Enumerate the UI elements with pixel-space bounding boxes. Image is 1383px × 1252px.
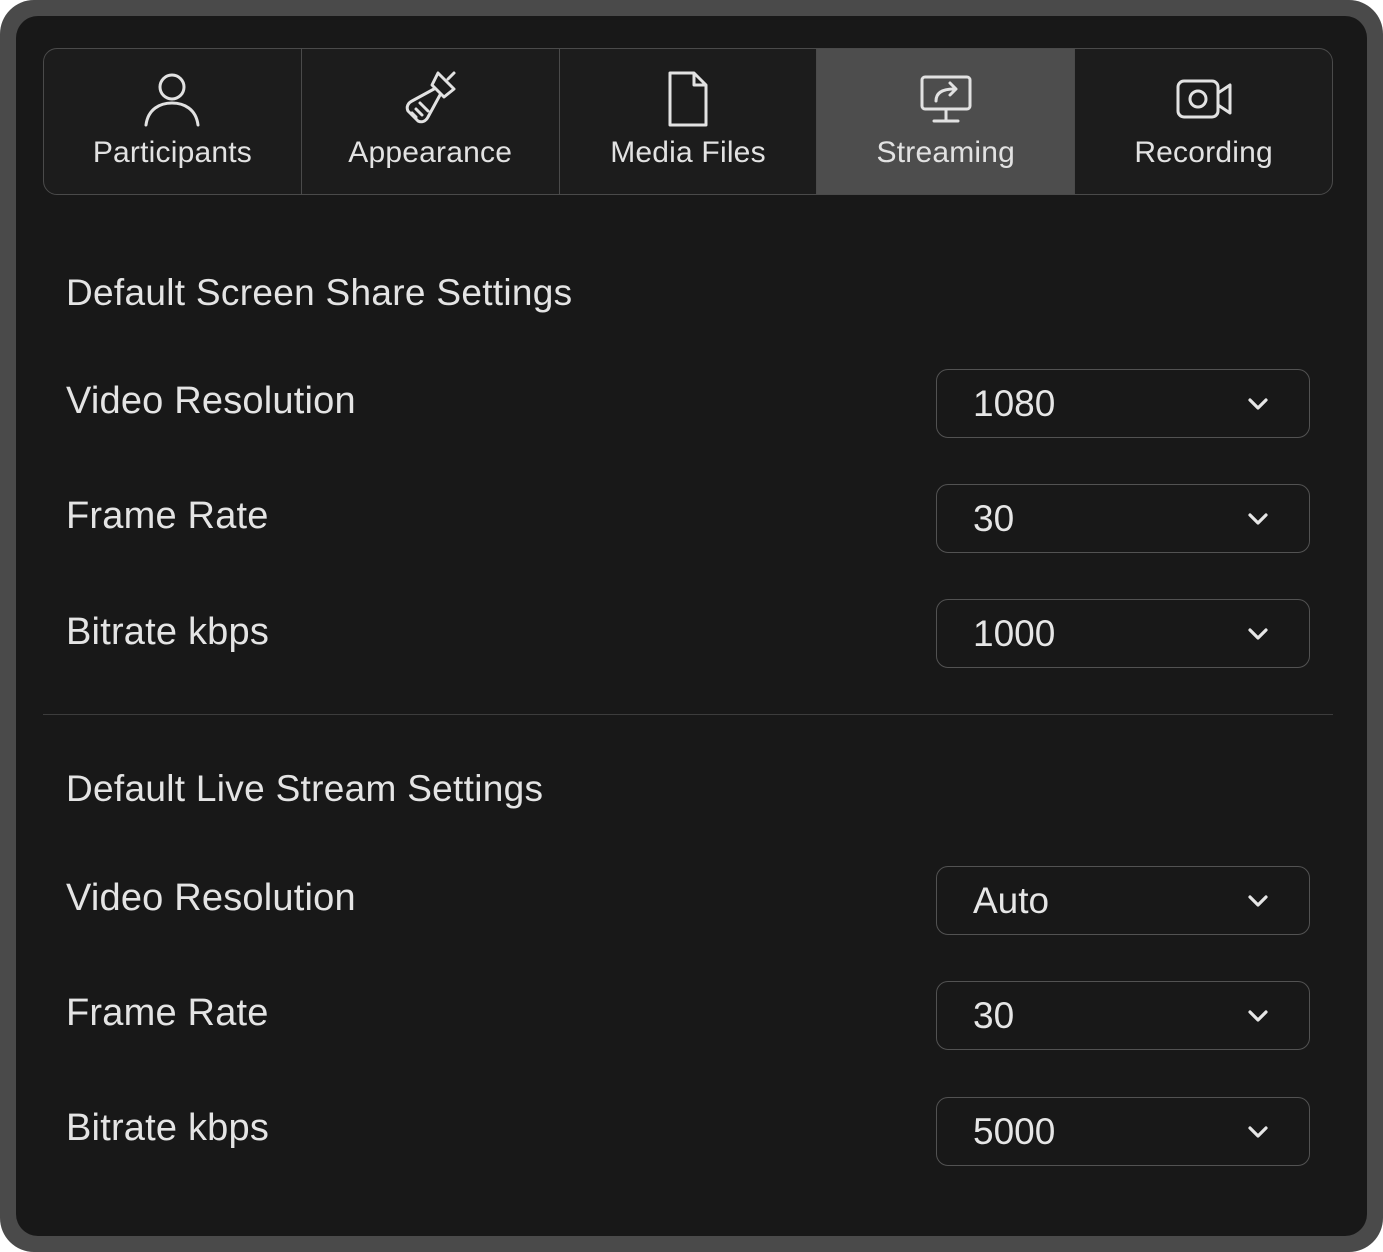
screen-share-frame-rate-select[interactable]: 30 [936, 484, 1310, 553]
select-value: 5000 [973, 1110, 1056, 1152]
screen-share-video-resolution-select[interactable]: 1080 [936, 369, 1310, 438]
chevron-down-icon [1248, 1009, 1268, 1022]
screen-share-icon [914, 67, 978, 131]
chevron-down-icon [1248, 627, 1268, 640]
live-stream-video-resolution-label: Video Resolution [66, 877, 356, 919]
tab-streaming-label: Streaming [876, 136, 1016, 169]
tab-appearance[interactable]: Appearance [302, 49, 560, 194]
tab-media-files-label: Media Files [610, 136, 766, 169]
select-value: 1080 [973, 382, 1056, 424]
live-stream-frame-rate-select[interactable]: 30 [936, 981, 1310, 1050]
tab-streaming[interactable]: Streaming [817, 49, 1076, 194]
select-value: 30 [973, 497, 1015, 539]
select-value: 30 [973, 994, 1015, 1036]
tab-appearance-label: Appearance [348, 136, 513, 169]
screen-share-bitrate-select[interactable]: 1000 [936, 599, 1310, 668]
screen-share-section-title: Default Screen Share Settings [66, 272, 573, 313]
live-stream-bitrate-label: Bitrate kbps [66, 1107, 270, 1149]
live-stream-section-title: Default Live Stream Settings [66, 768, 544, 809]
brush-icon [398, 67, 462, 131]
screen-share-frame-rate-label: Frame Rate [66, 495, 269, 537]
tab-participants-label: Participants [92, 136, 252, 169]
section-divider [43, 714, 1333, 715]
live-stream-video-resolution-select[interactable]: Auto [936, 866, 1310, 935]
screen-share-bitrate-label: Bitrate kbps [66, 611, 270, 653]
tab-media-files[interactable]: Media Files [560, 49, 818, 194]
settings-tabs: Participants Appearance Media Files Stre… [43, 48, 1333, 195]
chevron-down-icon [1248, 1125, 1268, 1138]
screen-share-video-resolution-label: Video Resolution [66, 380, 356, 422]
select-value: 1000 [973, 612, 1056, 654]
chevron-down-icon [1248, 397, 1268, 410]
file-icon [656, 67, 720, 131]
tab-recording-label: Recording [1134, 136, 1273, 169]
video-camera-icon [1172, 67, 1236, 131]
select-value: Auto [973, 879, 1050, 921]
tab-recording[interactable]: Recording [1075, 49, 1332, 194]
chevron-down-icon [1248, 894, 1268, 907]
live-stream-bitrate-select[interactable]: 5000 [936, 1097, 1310, 1166]
chevron-down-icon [1248, 512, 1268, 525]
person-icon [140, 67, 204, 131]
tab-participants[interactable]: Participants [44, 49, 302, 194]
live-stream-frame-rate-label: Frame Rate [66, 992, 269, 1034]
